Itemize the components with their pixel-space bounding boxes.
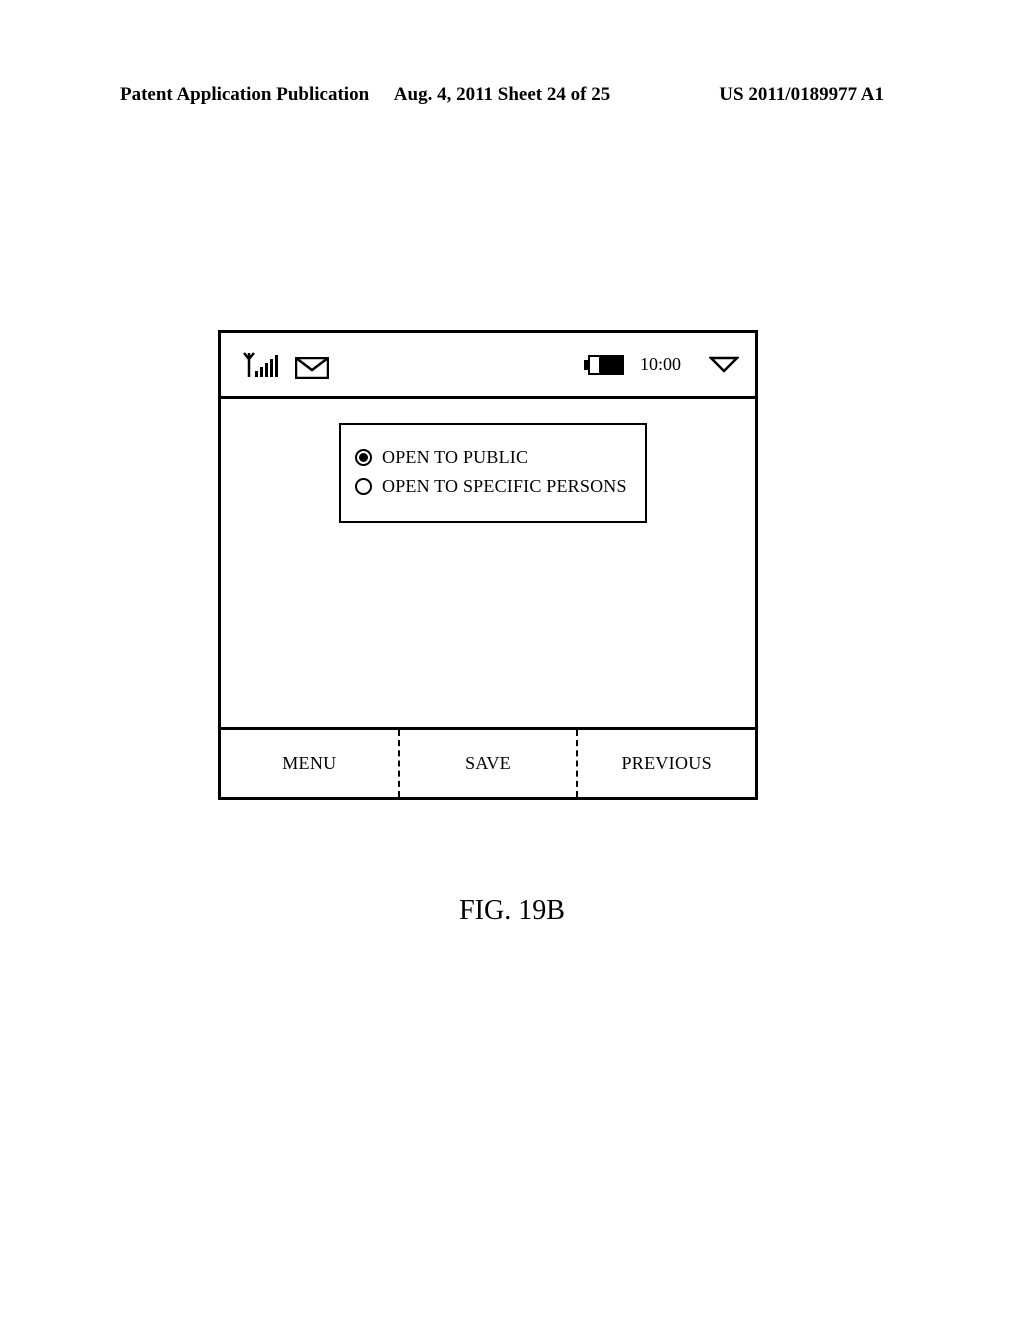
page-header: Patent Application Publication Aug. 4, 2… [120, 84, 884, 106]
chevron-down-icon[interactable] [709, 356, 739, 374]
status-right: 10:00 [584, 354, 739, 375]
radio-open-to-specific-persons[interactable]: OPEN TO SPECIFIC PERSONS [355, 476, 635, 497]
previous-button[interactable]: PREVIOUS [578, 730, 755, 797]
clock-text: 10:00 [640, 354, 681, 375]
figure-label: FIG. 19B [459, 895, 565, 927]
mail-icon [295, 357, 329, 379]
status-bar: 10:00 [221, 333, 755, 399]
menu-button[interactable]: MENU [221, 730, 398, 797]
header-center: Aug. 4, 2011 Sheet 24 of 25 [394, 84, 610, 106]
options-panel: OPEN TO PUBLIC OPEN TO SPECIFIC PERSONS [339, 423, 647, 523]
device-frame: 10:00 OPEN TO PUBLIC OPEN TO SPECIFIC PE… [218, 330, 758, 800]
signal-icon [243, 351, 281, 379]
radio-unselected-icon [355, 478, 372, 495]
battery-icon [584, 355, 624, 375]
status-left [243, 351, 329, 379]
save-button[interactable]: SAVE [400, 730, 577, 797]
radio-selected-icon [355, 449, 372, 466]
radio-label: OPEN TO SPECIFIC PERSONS [382, 476, 627, 497]
radio-open-to-public[interactable]: OPEN TO PUBLIC [355, 447, 635, 468]
header-right: US 2011/0189977 A1 [719, 84, 884, 106]
radio-label: OPEN TO PUBLIC [382, 447, 528, 468]
softkey-bar: MENU SAVE PREVIOUS [221, 727, 755, 797]
header-left: Patent Application Publication [120, 84, 369, 106]
